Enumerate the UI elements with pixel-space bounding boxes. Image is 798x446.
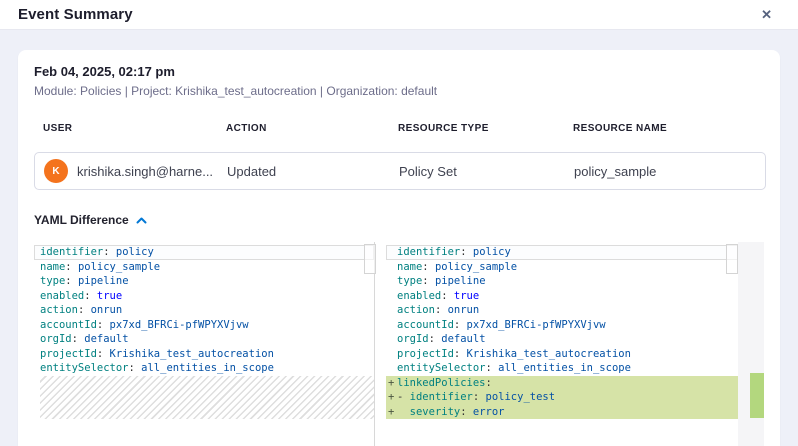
code-line: accountId: px7xd_BFRCi-pfWPYXVjvw	[34, 318, 374, 333]
yaml-difference-label: YAML Difference	[34, 213, 129, 227]
code-line-added: +linkedPolicies:	[386, 376, 738, 391]
column-header-user: USER	[43, 121, 226, 136]
added-line-plus-marker: +	[388, 376, 397, 391]
left-editor-scrollbar[interactable]	[364, 244, 376, 274]
diff-editor-modified[interactable]: identifier: policy name: policy_sample t…	[386, 242, 738, 446]
code-line: action: onrun	[34, 303, 374, 318]
action-cell: Updated	[227, 164, 399, 179]
chevron-up-icon[interactable]	[136, 211, 147, 229]
resource-name-cell: policy_sample	[574, 164, 765, 179]
user-email: krishika.singh@harne...	[77, 164, 213, 179]
diff-editor-original[interactable]: identifier: policyname: policy_sampletyp…	[34, 242, 375, 446]
code-line: identifier: policy	[386, 245, 738, 260]
gutter-space	[388, 303, 397, 318]
code-line: action: onrun	[386, 303, 738, 318]
gutter-space	[388, 361, 397, 376]
code-line: orgId: default	[386, 332, 738, 347]
code-line: entitySelector: all_entities_in_scope	[34, 361, 374, 376]
table-row[interactable]: K krishika.singh@harne... Updated Policy…	[34, 152, 766, 190]
event-meta: Module: Policies | Project: Krishika_tes…	[34, 84, 766, 99]
gutter-space	[388, 347, 397, 362]
code-line: orgId: default	[34, 332, 374, 347]
avatar: K	[44, 159, 68, 183]
code-line: projectId: Krishika_test_autocreation	[386, 347, 738, 362]
page-title: Event Summary	[18, 6, 133, 23]
code-line: type: pipeline	[386, 274, 738, 289]
event-timestamp: Feb 04, 2025, 02:17 pm	[34, 64, 766, 80]
modal-header: Event Summary ✕	[0, 0, 798, 30]
overview-ruler[interactable]	[738, 242, 764, 446]
added-line-plus-marker: +	[388, 390, 397, 405]
gutter-space	[388, 260, 397, 275]
right-editor-scrollbar[interactable]	[726, 244, 738, 274]
code-line: enabled: true	[386, 289, 738, 304]
user-cell: K krishika.singh@harne...	[44, 159, 227, 183]
code-line: enabled: true	[34, 289, 374, 304]
code-line: name: policy_sample	[34, 260, 374, 275]
modal-body: Feb 04, 2025, 02:17 pm Module: Policies …	[0, 30, 798, 446]
added-lines-marker	[750, 373, 764, 418]
code-line-added: +- identifier: policy_test	[386, 390, 738, 405]
close-icon[interactable]: ✕	[761, 8, 772, 21]
column-header-action: ACTION	[226, 121, 398, 136]
code-line: type: pipeline	[34, 274, 374, 289]
code-line: name: policy_sample	[386, 260, 738, 275]
column-header-resource-name: RESOURCE NAME	[573, 121, 766, 136]
code-line: identifier: policy	[34, 245, 374, 260]
gutter-space	[388, 289, 397, 304]
code-line: projectId: Krishika_test_autocreation	[34, 347, 374, 362]
gutter-space	[388, 332, 397, 347]
code-line: accountId: px7xd_BFRCi-pfWPYXVjvw	[386, 318, 738, 333]
code-line-added: + severity: error	[386, 405, 738, 420]
gutter-space	[388, 245, 397, 260]
yaml-diff-viewer: identifier: policyname: policy_sampletyp…	[34, 242, 766, 446]
resource-type-cell: Policy Set	[399, 164, 574, 179]
column-header-resource-type: RESOURCE TYPE	[398, 121, 573, 136]
gutter-space	[388, 318, 397, 333]
yaml-difference-toggle[interactable]: YAML Difference	[34, 211, 766, 229]
event-card: Feb 04, 2025, 02:17 pm Module: Policies …	[18, 50, 780, 446]
added-line-plus-marker: +	[388, 405, 397, 420]
gutter-space	[388, 274, 397, 289]
table-header: USER ACTION RESOURCE TYPE RESOURCE NAME	[34, 121, 766, 136]
removed-lines-placeholder	[40, 376, 374, 420]
code-line: entitySelector: all_entities_in_scope	[386, 361, 738, 376]
